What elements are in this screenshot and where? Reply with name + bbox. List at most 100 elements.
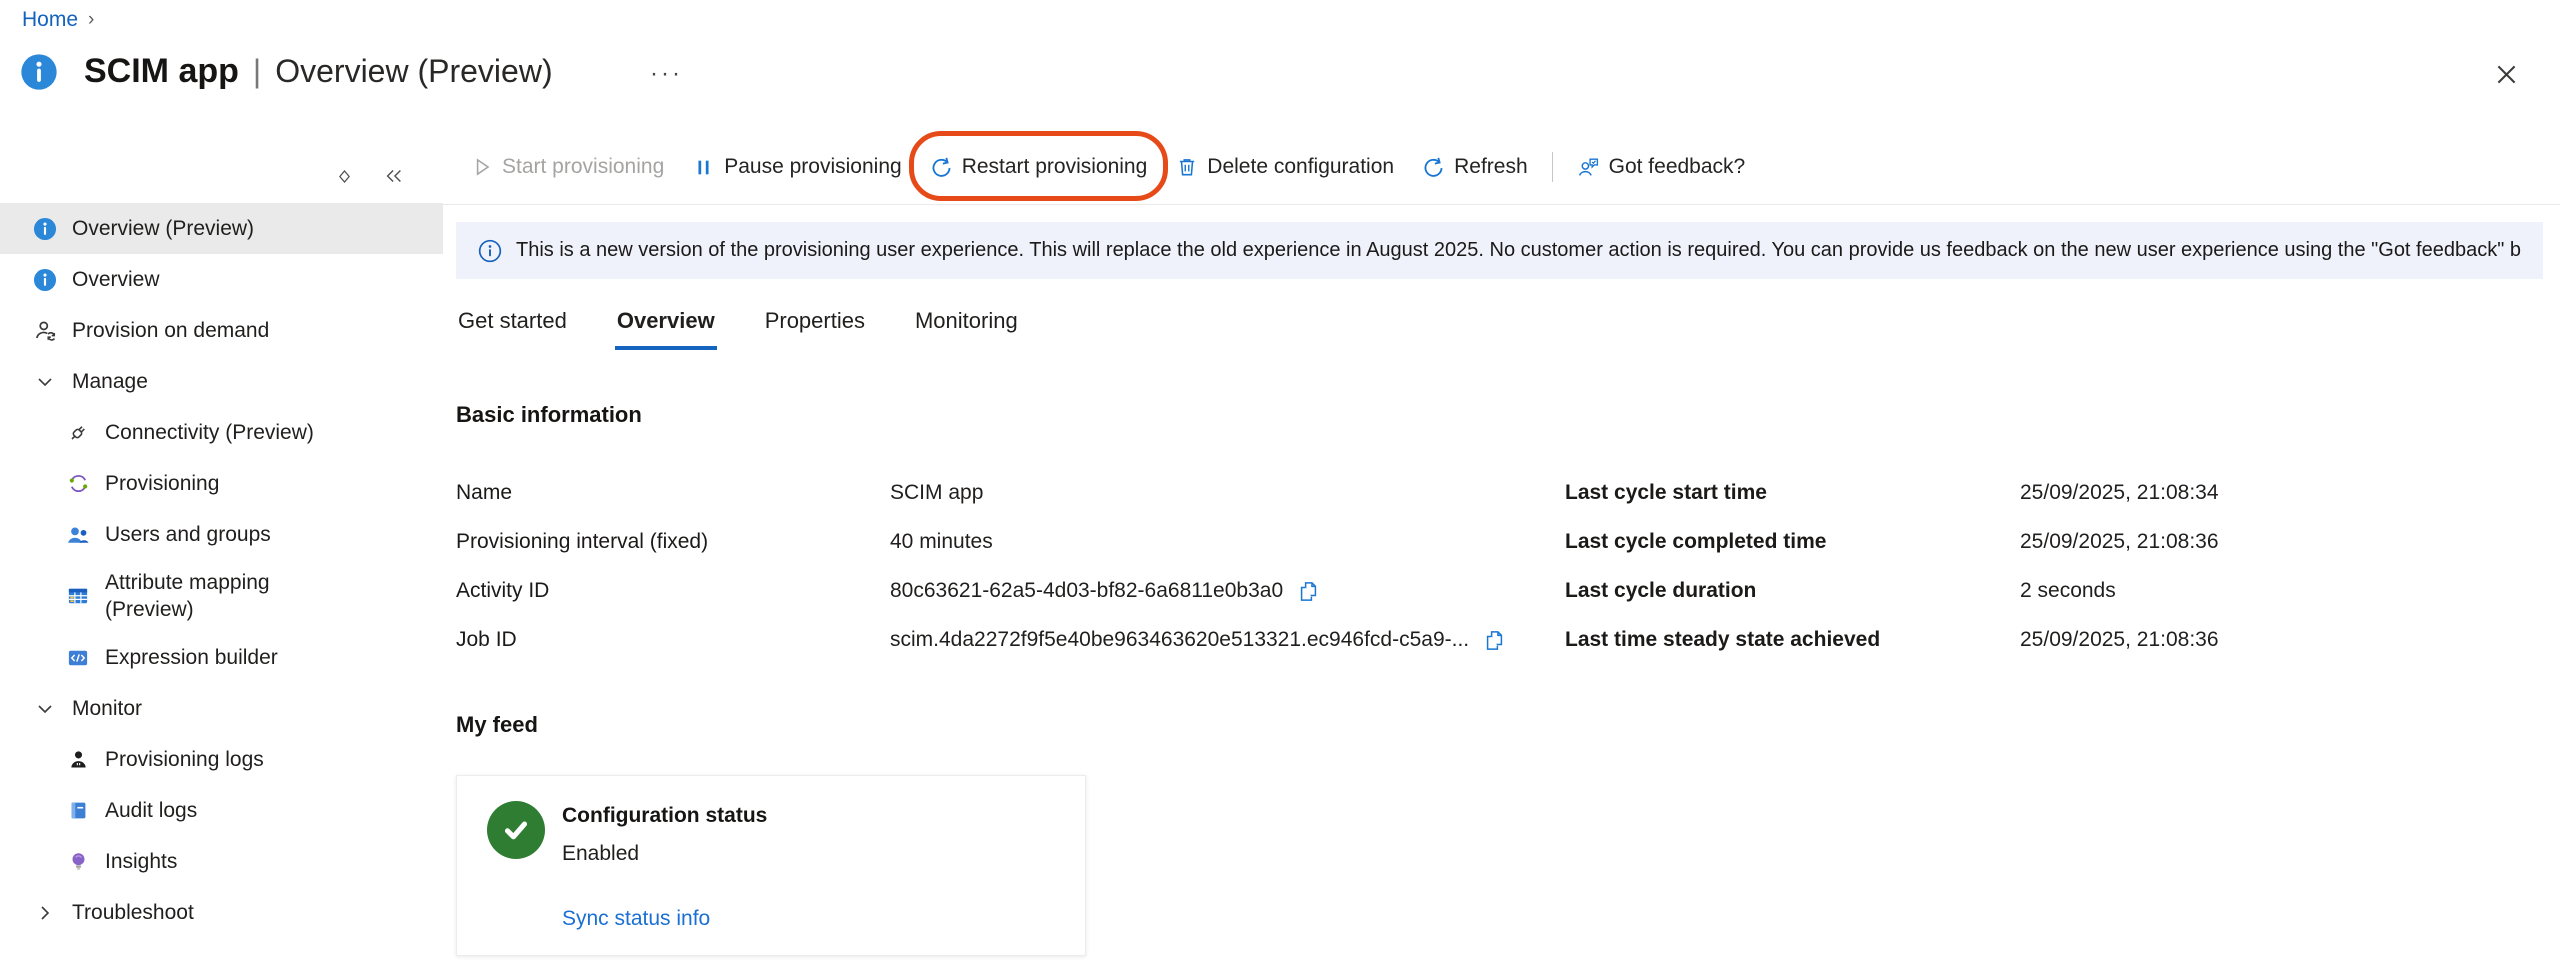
sidebar-item-label: Connectivity (Preview) — [105, 421, 314, 445]
info-value: 40 minutes — [890, 530, 993, 554]
tab-monitoring[interactable]: Monitoring — [913, 302, 1020, 350]
sync-circle-icon — [66, 472, 90, 496]
provisioning-overview-page: Home › SCIM app | Overview (Preview) ··· — [0, 0, 2560, 980]
sidebar-item-provision-on-demand[interactable]: Provision on demand — [0, 305, 443, 356]
info-value: SCIM app — [890, 481, 983, 505]
main-content: Start provisioning Pause provisioning — [443, 130, 2560, 980]
sidebar-item-expression-builder[interactable]: Expression builder — [0, 632, 443, 683]
sidebar-section-label: Monitor — [72, 697, 142, 721]
configuration-status-card: Configuration status Enabled Sync status… — [456, 775, 1086, 956]
people-icon — [66, 523, 90, 547]
breadcrumb-chevron-icon: › — [88, 9, 94, 31]
sidebar-item-overview[interactable]: Overview — [0, 254, 443, 305]
sidebar-item-connectivity[interactable]: Connectivity (Preview) — [0, 407, 443, 458]
sidebar-section-manage[interactable]: Manage — [0, 356, 443, 407]
tab-properties[interactable]: Properties — [763, 302, 867, 350]
chevron-down-icon — [33, 370, 57, 394]
tab-get-started[interactable]: Get started — [456, 302, 569, 350]
banner-message: This is a new version of the provisionin… — [516, 239, 2521, 262]
more-options-icon[interactable]: ··· — [650, 60, 683, 88]
info-label: Activity ID — [456, 579, 549, 603]
page-title-text: Overview (Preview) — [275, 53, 552, 90]
status-value: Enabled — [562, 842, 639, 866]
sidebar-item-label: Expression builder — [105, 646, 278, 670]
info-label: Last cycle start time — [1565, 481, 1767, 505]
sidebar-item-overview-preview[interactable]: Overview (Preview) — [0, 203, 443, 254]
sidebar: Overview (Preview) Overview — [0, 130, 443, 980]
info-outline-icon — [478, 239, 502, 263]
copy-icon[interactable] — [1297, 580, 1320, 603]
play-icon — [470, 156, 493, 179]
title-separator: | — [253, 53, 261, 90]
info-value: 25/09/2025, 21:08:34 — [2020, 481, 2219, 505]
chevron-right-icon — [33, 901, 57, 925]
info-label: Last cycle duration — [1565, 579, 1756, 603]
sidebar-item-label: Provisioning — [105, 472, 219, 496]
close-icon[interactable] — [2488, 56, 2524, 92]
sidebar-item-label: Audit logs — [105, 799, 197, 823]
info-label: Last cycle completed time — [1565, 530, 1826, 554]
basic-information-title: Basic information — [456, 402, 642, 428]
sidebar-item-label: Provision on demand — [72, 319, 269, 343]
got-feedback-button[interactable]: Got feedback? — [1563, 145, 1760, 189]
chevron-down-icon — [33, 697, 57, 721]
person-log-icon — [66, 748, 90, 772]
restart-provisioning-button[interactable]: Restart provisioning — [916, 145, 1162, 189]
delete-configuration-button[interactable]: Delete configuration — [1161, 145, 1408, 189]
info-icon — [33, 268, 57, 292]
info-label: Name — [456, 481, 512, 505]
book-icon — [66, 799, 90, 823]
app-name: SCIM app — [84, 52, 239, 91]
sync-status-info-link[interactable]: Sync status info — [562, 907, 710, 931]
sidebar-menu: Overview (Preview) Overview — [0, 203, 443, 938]
basic-information-table: Name SCIM app Last cycle start time 25/0… — [443, 478, 2560, 688]
tab-bar: Get started Overview Properties Monitori… — [456, 302, 1020, 350]
pause-icon — [692, 156, 715, 179]
info-label: Job ID — [456, 628, 517, 652]
my-feed-title: My feed — [456, 712, 538, 738]
sidebar-item-label: Overview (Preview) — [72, 217, 254, 241]
plug-icon — [66, 421, 90, 445]
sidebar-section-troubleshoot[interactable]: Troubleshoot — [0, 887, 443, 938]
page-header: SCIM app | Overview (Preview) — [20, 52, 553, 91]
lightbulb-icon — [66, 850, 90, 874]
breadcrumb-home-link[interactable]: Home — [22, 8, 78, 32]
command-bar: Start provisioning Pause provisioning — [443, 130, 2560, 205]
collapse-menu-icon[interactable] — [378, 160, 410, 192]
sidebar-item-attribute-mapping[interactable]: Attribute mapping (Preview) — [0, 560, 443, 632]
sidebar-controls — [0, 156, 443, 196]
command-label: Delete configuration — [1207, 155, 1394, 179]
sidebar-item-label: Provisioning logs — [105, 748, 264, 772]
refresh-button[interactable]: Refresh — [1408, 145, 1542, 189]
sidebar-item-users-and-groups[interactable]: Users and groups — [0, 509, 443, 560]
activity-id-value: 80c63621-62a5-4d03-bf82-6a6811e0b3a0 — [890, 579, 1320, 603]
breadcrumb: Home › — [22, 8, 94, 32]
delete-icon — [1175, 156, 1198, 179]
pause-provisioning-button[interactable]: Pause provisioning — [678, 145, 915, 189]
copy-icon[interactable] — [1483, 629, 1506, 652]
command-label: Pause provisioning — [724, 155, 901, 179]
sidebar-item-label: Overview — [72, 268, 160, 292]
command-label: Start provisioning — [502, 155, 664, 179]
sidebar-item-audit-logs[interactable]: Audit logs — [0, 785, 443, 836]
status-check-icon — [487, 801, 545, 859]
sidebar-item-provisioning-logs[interactable]: Provisioning logs — [0, 734, 443, 785]
sidebar-item-provisioning[interactable]: Provisioning — [0, 458, 443, 509]
table-icon — [66, 584, 90, 608]
command-label: Got feedback? — [1609, 155, 1746, 179]
sidebar-section-label: Troubleshoot — [72, 901, 194, 925]
card-title: Configuration status — [562, 804, 767, 828]
sidebar-item-insights[interactable]: Insights — [0, 836, 443, 887]
command-label: Restart provisioning — [962, 155, 1148, 179]
sidebar-section-monitor[interactable]: Monitor — [0, 683, 443, 734]
resize-menu-icon[interactable] — [328, 160, 360, 192]
info-label: Provisioning interval (fixed) — [456, 530, 708, 554]
tab-overview[interactable]: Overview — [615, 302, 717, 350]
person-sync-icon — [33, 319, 57, 343]
toolbar-divider — [1552, 152, 1553, 182]
page-title: SCIM app | Overview (Preview) — [84, 52, 553, 91]
sidebar-section-label: Manage — [72, 370, 148, 394]
feedback-icon — [1577, 156, 1600, 179]
sidebar-item-label: Insights — [105, 850, 177, 874]
refresh-icon — [1422, 156, 1445, 179]
